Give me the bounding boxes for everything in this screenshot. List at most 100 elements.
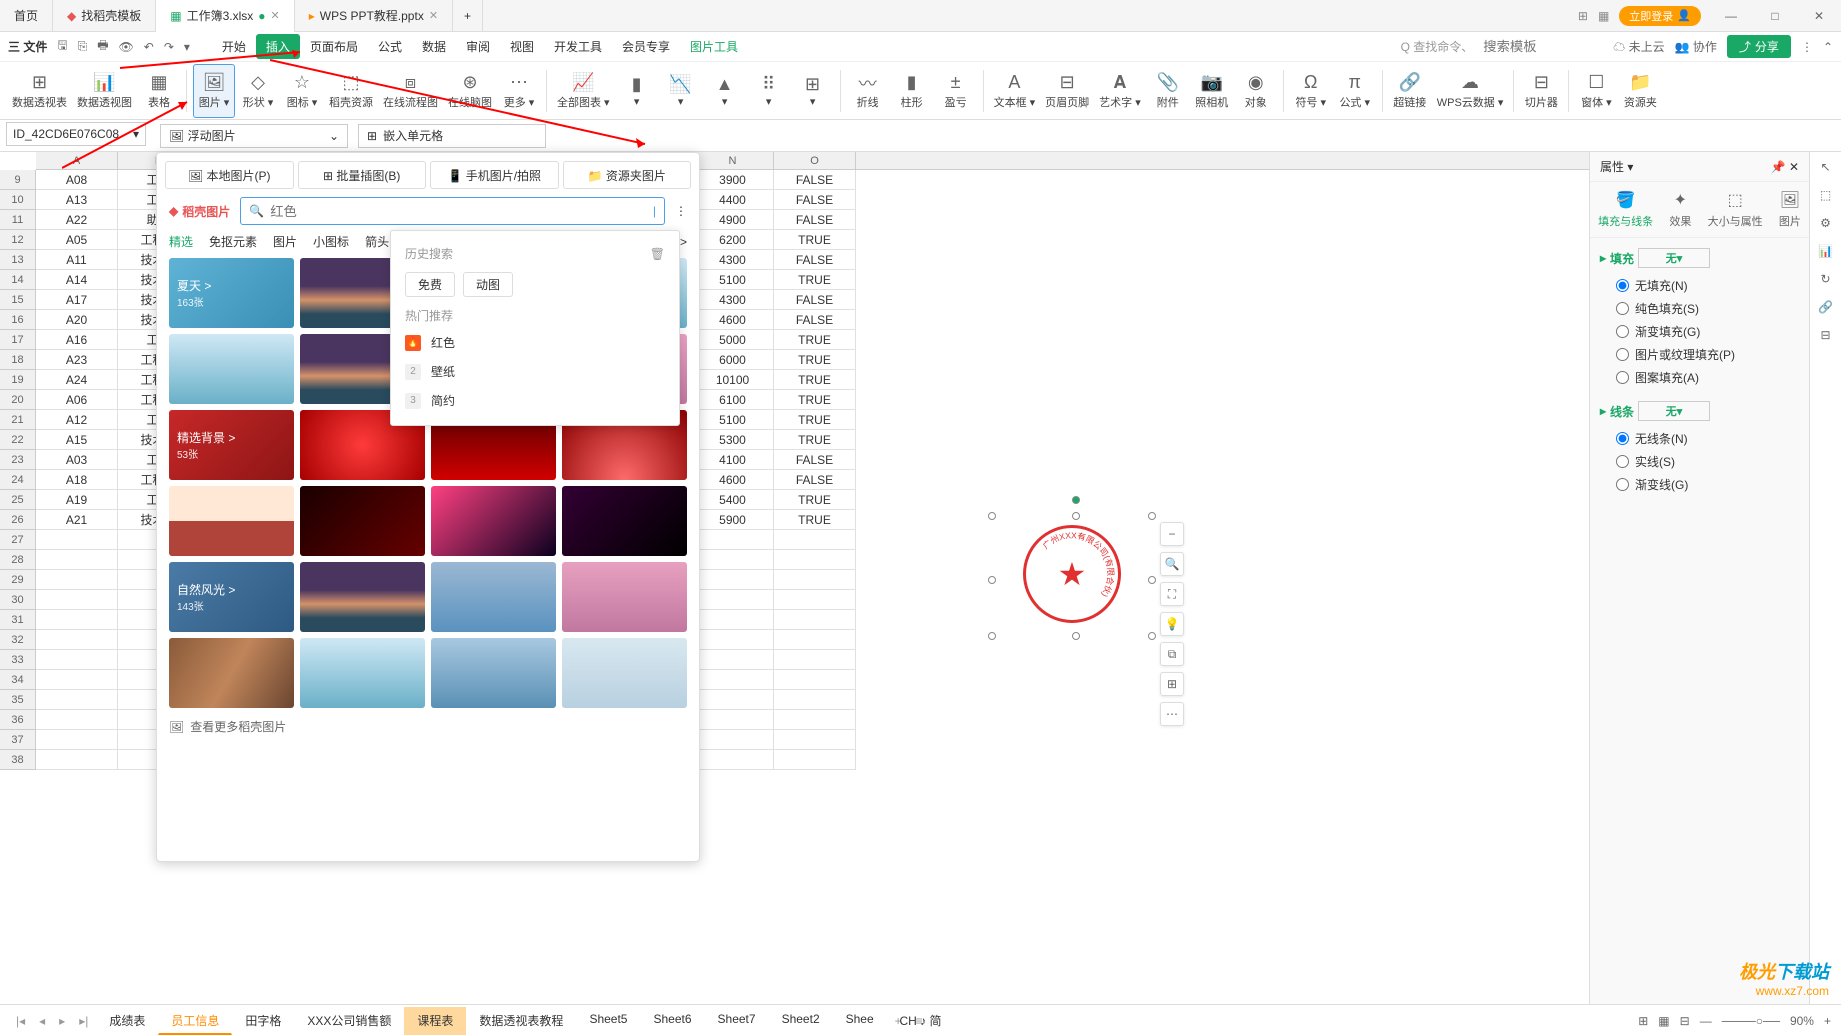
row-header[interactable]: 15 [0,290,36,310]
tab-ppt[interactable]: ▸WPS PPT教程.pptx✕ [295,0,453,32]
cell[interactable]: A21 [36,510,118,530]
cell[interactable]: FALSE [774,210,856,230]
row-header[interactable]: 10 [0,190,36,210]
image-source-button[interactable]: ⊞ 批量插图(B) [298,161,427,189]
cell[interactable]: 6000 [692,350,774,370]
col-header[interactable]: O [774,152,856,169]
view-normal-icon[interactable]: ⊞ [1638,1014,1648,1028]
cell[interactable]: A03 [36,450,118,470]
ribbon-link[interactable]: 🔗超链接 [1389,64,1431,118]
maximize-icon[interactable]: □ [1753,0,1797,32]
settings-tool-icon[interactable]: ⚙ [1820,216,1831,230]
styles-icon[interactable]: ⬚ [1820,188,1831,202]
sheet-tab[interactable]: 成绩表 [96,1007,158,1035]
fill-option[interactable]: 纯色填充(S) [1600,297,1799,320]
sheet-nav-first[interactable]: |◂ [10,1014,31,1028]
cell[interactable]: FALSE [774,470,856,490]
ribbon-cloud[interactable]: ☁WPS云数据 ▾ [1433,64,1508,118]
col-header[interactable]: N [692,152,774,169]
file-menu[interactable]: 三 文件 [8,38,47,55]
ribbon-tab[interactable]: 审阅 [456,34,500,59]
row-header[interactable]: 27 [0,530,36,550]
row-header[interactable]: 37 [0,730,36,750]
cell[interactable] [774,690,856,710]
close-icon[interactable]: ✕ [429,9,438,22]
cell[interactable] [36,730,118,750]
cell[interactable]: 10100 [692,370,774,390]
ribbon-wordart[interactable]: 𝐀艺术字 ▾ [1095,64,1145,118]
cell[interactable] [36,750,118,770]
row-header[interactable]: 22 [0,430,36,450]
sheet-tab[interactable]: 数据透视表教程 [466,1007,576,1035]
refresh-icon[interactable]: ↻ [1820,272,1830,286]
cell[interactable]: A08 [36,170,118,190]
fill-section-header[interactable]: ▸ 填充 无 ▾ [1600,248,1799,268]
row-header[interactable]: 25 [0,490,36,510]
cell[interactable]: FALSE [774,450,856,470]
cell[interactable] [36,710,118,730]
sheet-tab[interactable]: Sheet2 [769,1007,833,1035]
cell[interactable] [36,690,118,710]
cell[interactable] [692,530,774,550]
fill-select[interactable]: 无 ▾ [1638,248,1710,268]
cell[interactable]: TRUE [774,390,856,410]
cell[interactable]: TRUE [774,350,856,370]
image-thumbnail[interactable] [562,562,687,632]
sheet-tab[interactable]: Sheet5 [576,1007,640,1035]
row-header[interactable]: 36 [0,710,36,730]
zoom-level[interactable]: 90% [1790,1014,1814,1028]
cell[interactable] [692,730,774,750]
cell[interactable]: 5000 [692,330,774,350]
cell[interactable] [692,590,774,610]
cell[interactable] [692,550,774,570]
image-thumbnail[interactable]: 自然风光 >143张 [169,562,294,632]
image-thumbnail[interactable] [169,486,294,556]
view-page-icon[interactable]: ▦ [1658,1014,1669,1028]
cell[interactable] [692,690,774,710]
cell[interactable]: A15 [36,430,118,450]
grid-icon[interactable]: ⊞ [1578,9,1588,23]
cell[interactable]: TRUE [774,330,856,350]
row-header[interactable]: 18 [0,350,36,370]
image-thumbnail[interactable] [562,486,687,556]
cell[interactable]: TRUE [774,490,856,510]
cell[interactable]: A06 [36,390,118,410]
line-section-header[interactable]: ▸ 线条 无 ▾ [1600,401,1799,421]
close-icon[interactable]: ✕ [271,9,280,22]
open-icon[interactable]: ⎘ [78,39,88,54]
ribbon-line[interactable]: 📉 ▾ [660,64,702,118]
row-header[interactable]: 29 [0,570,36,590]
close-panel-icon[interactable]: ✕ [1789,160,1799,174]
row-header[interactable]: 28 [0,550,36,570]
cell[interactable] [774,730,856,750]
cell[interactable]: A20 [36,310,118,330]
ribbon-tab[interactable]: 数据 [412,34,456,59]
cell[interactable]: A12 [36,410,118,430]
ribbon-form[interactable]: ☐窗体 ▾ [1575,64,1617,118]
cell[interactable]: FALSE [774,290,856,310]
cell[interactable]: 4300 [692,290,774,310]
image-thumbnail[interactable] [300,638,425,708]
cell[interactable]: A17 [36,290,118,310]
cell[interactable] [774,650,856,670]
cell[interactable] [692,570,774,590]
image-source-button[interactable]: 🖼 本地图片(P) [165,161,294,189]
pin-icon[interactable]: 📌 [1771,160,1786,174]
ribbon-image[interactable]: 🖼图片 ▾ [193,64,235,118]
sheet-tab[interactable]: 田字格 [232,1007,294,1035]
cell[interactable] [692,670,774,690]
sheet-tab[interactable]: 员工信息 [158,1007,232,1035]
cell[interactable]: FALSE [774,190,856,210]
view-layout-icon[interactable]: ⊟ [1680,1014,1690,1028]
sheet-tab[interactable]: Sheet7 [705,1007,769,1035]
image-thumbnail[interactable] [431,638,556,708]
cell[interactable]: 4300 [692,250,774,270]
image-thumbnail[interactable]: 夏天 >163张 [169,258,294,328]
row-header[interactable]: 34 [0,670,36,690]
browse-more[interactable]: 🖼 查看更多稻壳图片 [157,708,699,745]
line-option[interactable]: 实线(S) [1600,450,1799,473]
tab-add[interactable]: + [453,0,483,32]
tool-crop[interactable]: ⛶ [1160,582,1184,606]
cell[interactable] [36,590,118,610]
cell[interactable]: A16 [36,330,118,350]
